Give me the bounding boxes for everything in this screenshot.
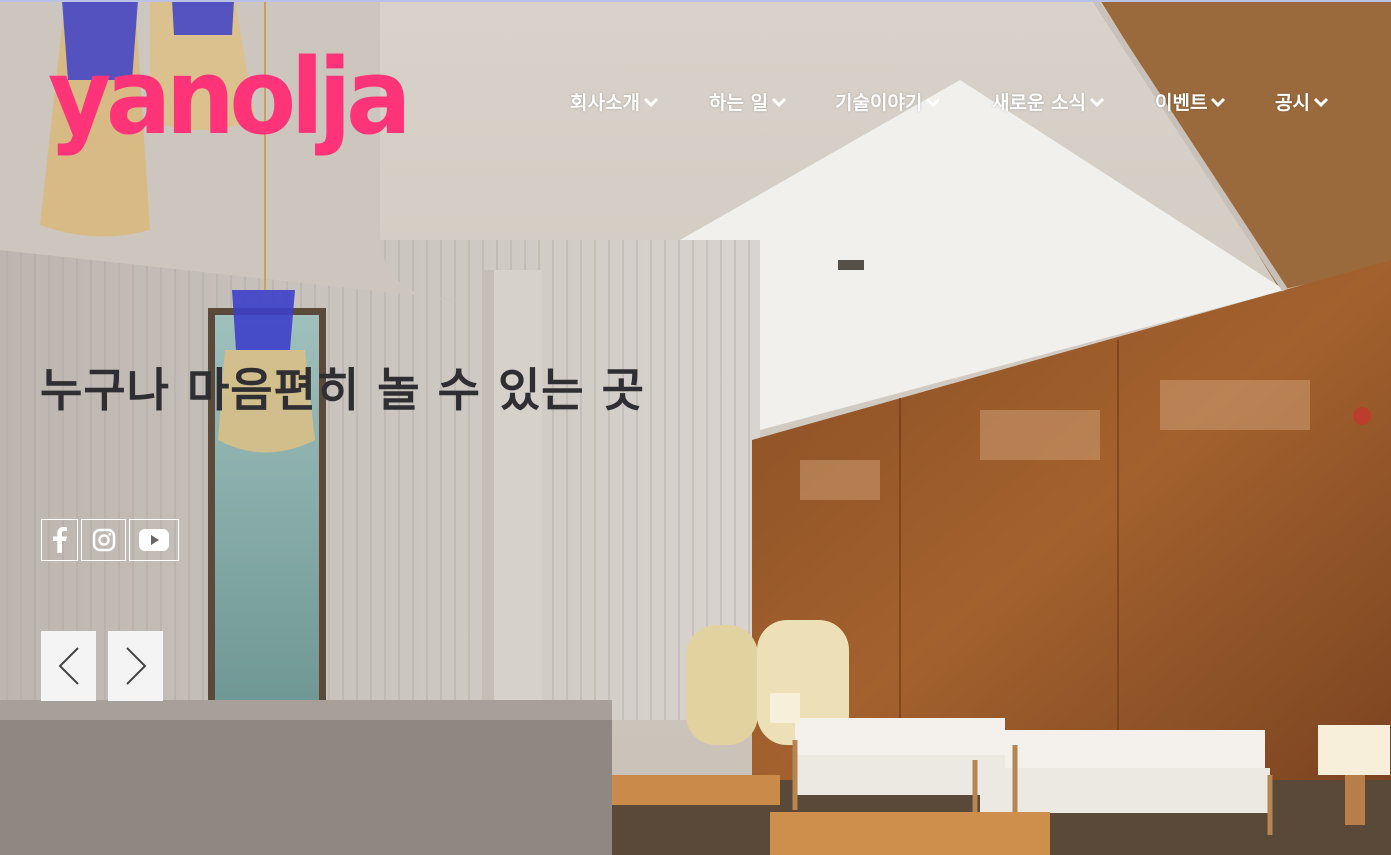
nav-item-label: 하는 일 [709, 92, 769, 114]
chevron-down-icon [926, 97, 941, 107]
chevron-right-icon [125, 647, 146, 685]
nav-item-disclosure[interactable]: 공시 [1275, 88, 1329, 115]
nav-item-what-we-do[interactable]: 하는 일 [709, 88, 787, 115]
nav-item-label: 공시 [1275, 92, 1310, 114]
slider-prev-button[interactable] [41, 631, 96, 701]
instagram-icon [92, 528, 115, 552]
youtube-link[interactable] [129, 519, 179, 561]
nav-item-news[interactable]: 새로운 소식 [992, 88, 1105, 115]
slider-indicator-dot[interactable] [1353, 407, 1371, 425]
main-nav: 회사소개 하는 일 기술이야기 새로운 소식 이벤트 공시 [0, 88, 1391, 118]
hero-headline: 누구나 마음편히 놀 수 있는 곳 [40, 363, 645, 417]
youtube-icon [139, 529, 169, 551]
chevron-down-icon [1313, 97, 1329, 107]
chevron-left-icon [58, 647, 79, 685]
nav-item-events[interactable]: 이벤트 [1155, 88, 1226, 115]
nav-item-label: 회사소개 [570, 92, 640, 114]
instagram-link[interactable] [81, 519, 126, 561]
chevron-down-icon [1089, 97, 1105, 107]
top-border-line [0, 0, 1391, 2]
nav-item-label: 새로운 소식 [992, 92, 1087, 114]
nav-item-tech-stories[interactable]: 기술이야기 [835, 88, 941, 115]
slider-next-button[interactable] [108, 631, 163, 701]
chevron-down-icon [772, 97, 787, 107]
chevron-down-icon [643, 97, 658, 107]
nav-item-label: 기술이야기 [835, 92, 923, 114]
nav-item-company[interactable]: 회사소개 [570, 88, 659, 115]
facebook-icon [52, 527, 67, 553]
facebook-link[interactable] [41, 519, 78, 561]
chevron-down-icon [1211, 97, 1226, 107]
nav-item-label: 이벤트 [1155, 92, 1208, 114]
